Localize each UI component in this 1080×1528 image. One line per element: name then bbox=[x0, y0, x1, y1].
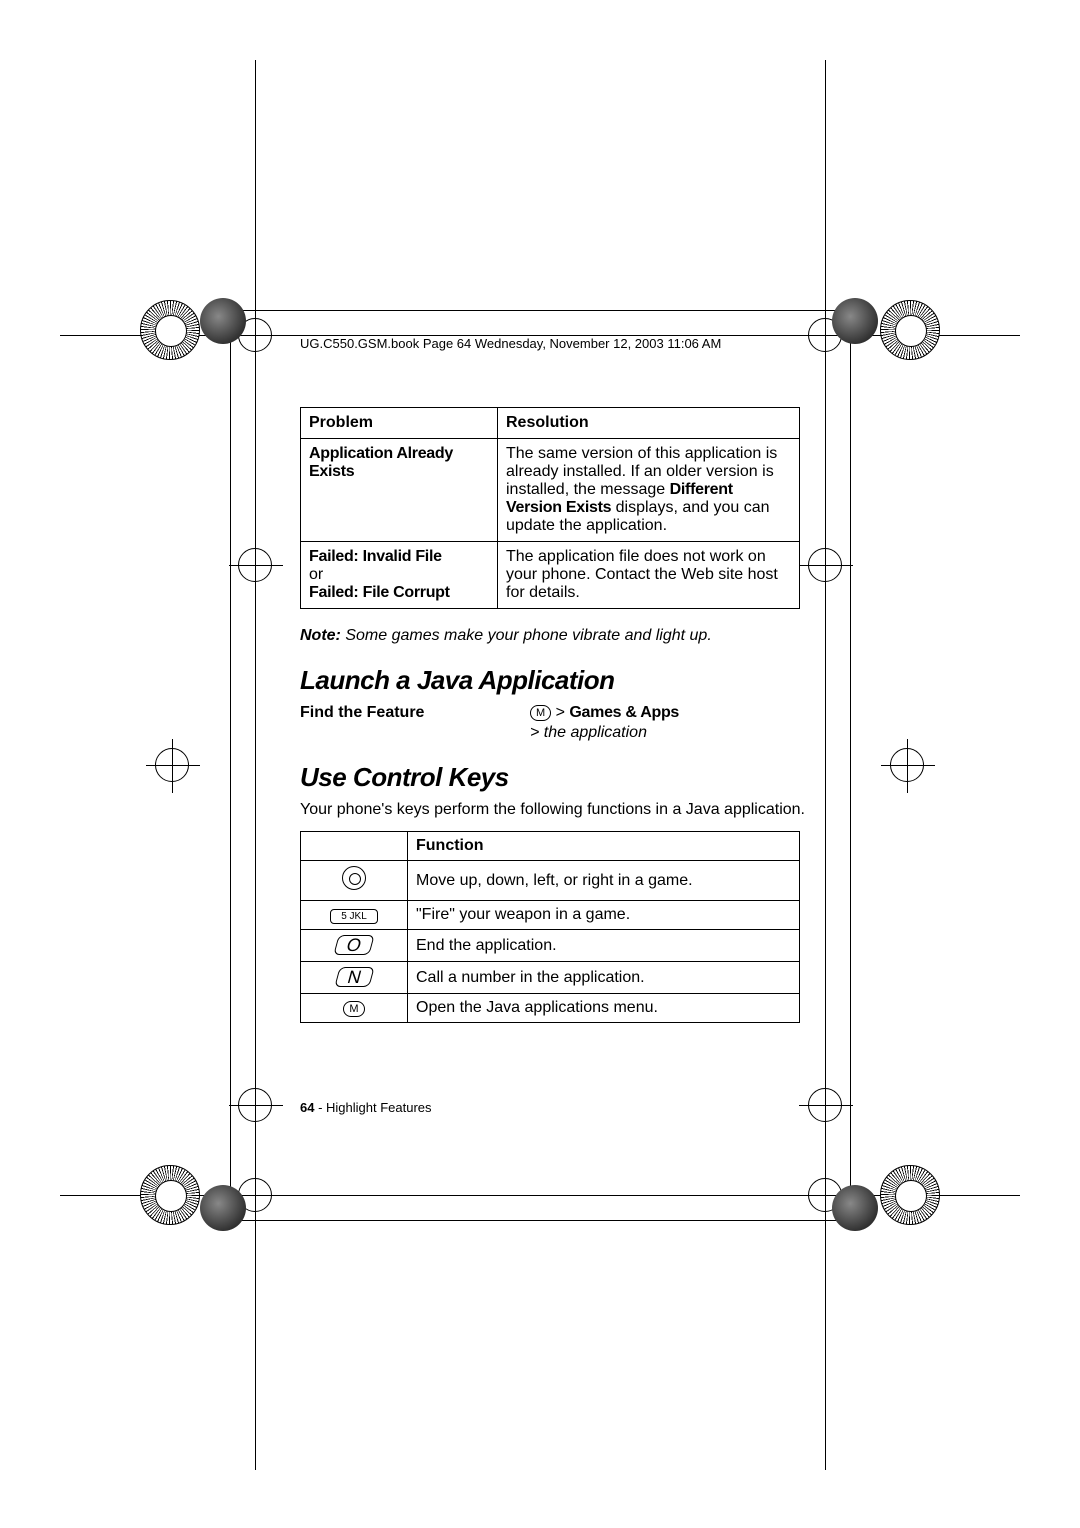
problem-line1: Failed: Invalid File bbox=[309, 548, 442, 565]
problem-text: Application Already Exists bbox=[309, 445, 453, 480]
menu-path-bold: Games & Apps bbox=[569, 704, 679, 721]
page-content: Problem Resolution Application Already E… bbox=[300, 407, 820, 1023]
key-cell: N bbox=[301, 962, 408, 994]
table-row: Application Already Exists The same vers… bbox=[301, 439, 800, 542]
menu-key-icon: M bbox=[343, 1001, 364, 1017]
reg-hatched-top-right bbox=[880, 300, 940, 360]
table-row: 5 JKL "Fire" your weapon in a game. bbox=[301, 901, 800, 930]
frame-left-rule bbox=[230, 310, 231, 1220]
frame-right-rule bbox=[850, 310, 851, 1220]
footer-section: Highlight Features bbox=[326, 1100, 432, 1115]
func-text: "Fire" your weapon in a game. bbox=[408, 901, 800, 930]
page-number: 64 bbox=[300, 1100, 314, 1115]
reg-target-mr3 bbox=[808, 1088, 842, 1122]
problem-cell: Application Already Exists bbox=[301, 439, 498, 542]
keys-intro: Your phone's keys perform the following … bbox=[300, 801, 820, 819]
reg-target-ml bbox=[155, 748, 189, 782]
col-problem: Problem bbox=[301, 408, 498, 439]
find-feature-row: Find the Feature M > Games & Apps bbox=[300, 704, 820, 722]
page-header: UG.C550.GSM.book Page 64 Wednesday, Nove… bbox=[300, 336, 721, 351]
func-header-row: Function bbox=[301, 832, 800, 861]
menu-key-icon: M bbox=[530, 705, 551, 721]
col-function: Function bbox=[408, 832, 800, 861]
resolution-cell: The application file does not work on yo… bbox=[498, 542, 800, 609]
reg-target-mr bbox=[890, 748, 924, 782]
func-text: Call a number in the application. bbox=[408, 962, 800, 994]
frame-bottom-rule bbox=[230, 1220, 850, 1221]
note-label: Note: bbox=[300, 627, 341, 644]
table-row: N Call a number in the application. bbox=[301, 962, 800, 994]
find-feature-path: M > Games & Apps bbox=[530, 704, 679, 722]
spacer bbox=[300, 724, 530, 742]
reg-solid-br bbox=[832, 1185, 878, 1231]
reg-target-ml3 bbox=[238, 1088, 272, 1122]
reg-solid-bl bbox=[200, 1185, 246, 1231]
problem-line3: Failed: File Corrupt bbox=[309, 584, 450, 601]
footer-sep: - bbox=[314, 1100, 326, 1115]
problem-line2: or bbox=[309, 566, 323, 583]
reg-hatched-bottom-left bbox=[140, 1165, 200, 1225]
func-text: Move up, down, left, or right in a game. bbox=[408, 861, 800, 901]
reg-solid-tr bbox=[832, 298, 878, 344]
func-text: Open the Java applications menu. bbox=[408, 994, 800, 1023]
table-row: Move up, down, left, or right in a game. bbox=[301, 861, 800, 901]
section-launch-heading: Launch a Java Application bbox=[300, 665, 820, 696]
col-key bbox=[301, 832, 408, 861]
outer-left-rule bbox=[255, 60, 256, 1470]
key-cell: 5 JKL bbox=[301, 901, 408, 930]
note: Note: Some games make your phone vibrate… bbox=[300, 627, 820, 645]
note-text: Some games make your phone vibrate and l… bbox=[341, 627, 712, 644]
table-header-row: Problem Resolution bbox=[301, 408, 800, 439]
resolution-pre: The same version of this application is … bbox=[506, 445, 777, 498]
key-cell bbox=[301, 861, 408, 901]
problem-resolution-table: Problem Resolution Application Already E… bbox=[300, 407, 800, 609]
problem-cell: Failed: Invalid File or Failed: File Cor… bbox=[301, 542, 498, 609]
five-key-icon: 5 JKL bbox=[330, 909, 378, 924]
key-cell: O bbox=[301, 930, 408, 962]
func-text: End the application. bbox=[408, 930, 800, 962]
nav-key-icon bbox=[342, 866, 366, 890]
function-table: Function Move up, down, left, or right i… bbox=[300, 831, 800, 1023]
reg-hatched-bottom-right bbox=[880, 1165, 940, 1225]
table-row: O End the application. bbox=[301, 930, 800, 962]
find-feature-label: Find the Feature bbox=[300, 704, 530, 722]
reg-target-ml2 bbox=[238, 548, 272, 582]
reg-solid-tl bbox=[200, 298, 246, 344]
end-key-icon: O bbox=[333, 935, 374, 955]
table-row: Failed: Invalid File or Failed: File Cor… bbox=[301, 542, 800, 609]
key-cell: M bbox=[301, 994, 408, 1023]
call-key-icon: N bbox=[334, 967, 374, 987]
menu-sep: > bbox=[551, 704, 569, 721]
find-feature-row-2: > the application bbox=[300, 724, 820, 742]
col-resolution: Resolution bbox=[498, 408, 800, 439]
resolution-cell: The same version of this application is … bbox=[498, 439, 800, 542]
reg-hatched-top-left bbox=[140, 300, 200, 360]
section-keys-heading: Use Control Keys bbox=[300, 762, 820, 793]
page-footer: 64 - Highlight Features bbox=[300, 1100, 432, 1115]
menu-path-line2: > the application bbox=[530, 724, 647, 742]
outer-right-rule bbox=[825, 60, 826, 1470]
frame-top-rule bbox=[230, 310, 850, 311]
table-row: M Open the Java applications menu. bbox=[301, 994, 800, 1023]
